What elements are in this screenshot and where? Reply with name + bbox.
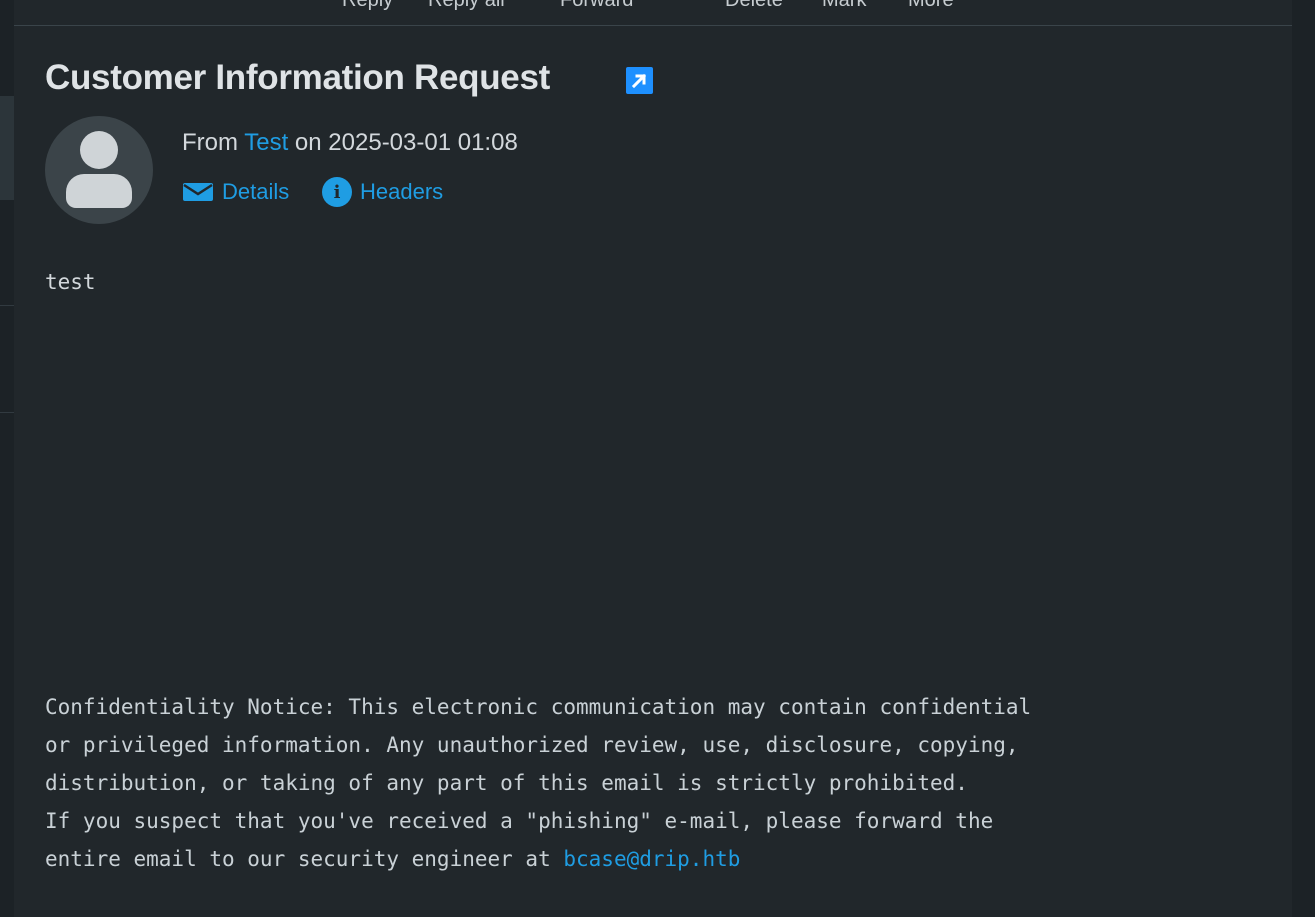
security-email-link[interactable]: bcase@drip.htb (563, 847, 740, 871)
reply-button[interactable]: Reply (342, 0, 393, 12)
avatar-body (66, 174, 132, 208)
message-body: test (45, 270, 96, 294)
from-prefix: From (182, 129, 238, 156)
info-icon: i (322, 177, 352, 207)
notice-line: or privileged information. Any unauthori… (45, 733, 1019, 757)
avatar-head (80, 131, 118, 169)
scrollbar-track[interactable] (1292, 0, 1315, 917)
envelope-icon (183, 183, 213, 201)
forward-button[interactable]: Forward (560, 0, 633, 12)
headers-button[interactable]: i Headers (322, 177, 443, 207)
details-label: Details (222, 179, 290, 204)
delete-button[interactable]: Delete (725, 0, 783, 12)
notice-line: Confidentiality Notice: This electronic … (45, 695, 1032, 719)
mark-button[interactable]: Mark (822, 0, 866, 12)
message-toolbar: Reply Reply all Forward Delete Mark More (14, 0, 1292, 26)
details-button[interactable]: Details (182, 177, 289, 207)
user-avatar (45, 116, 153, 224)
open-in-new-window-icon[interactable] (626, 67, 653, 94)
headers-label: Headers (360, 179, 444, 204)
notice-line: entire email to our security engineer at… (45, 840, 1031, 878)
sender-name-link[interactable]: Test (244, 129, 288, 156)
message-subject: Customer Information Request (45, 58, 550, 97)
left-panel-edge (0, 0, 14, 917)
date-prefix: on (294, 129, 322, 156)
divider (0, 305, 14, 306)
notice-line: distribution, or taking of any part of t… (45, 771, 968, 795)
more-button[interactable]: More (908, 0, 954, 12)
sender-line: From Test on 2025-03-01 01:08 (182, 129, 518, 157)
reply-all-button[interactable]: Reply all (428, 0, 505, 12)
confidentiality-notice: Confidentiality Notice: This electronic … (45, 688, 1031, 878)
message-date: 2025-03-01 01:08 (328, 129, 518, 156)
notice-line: If you suspect that you've received a "p… (45, 809, 994, 833)
notice-last-prefix: entire email to our security engineer at (45, 847, 564, 871)
divider (0, 412, 14, 413)
selected-list-item-edge[interactable] (0, 96, 14, 200)
